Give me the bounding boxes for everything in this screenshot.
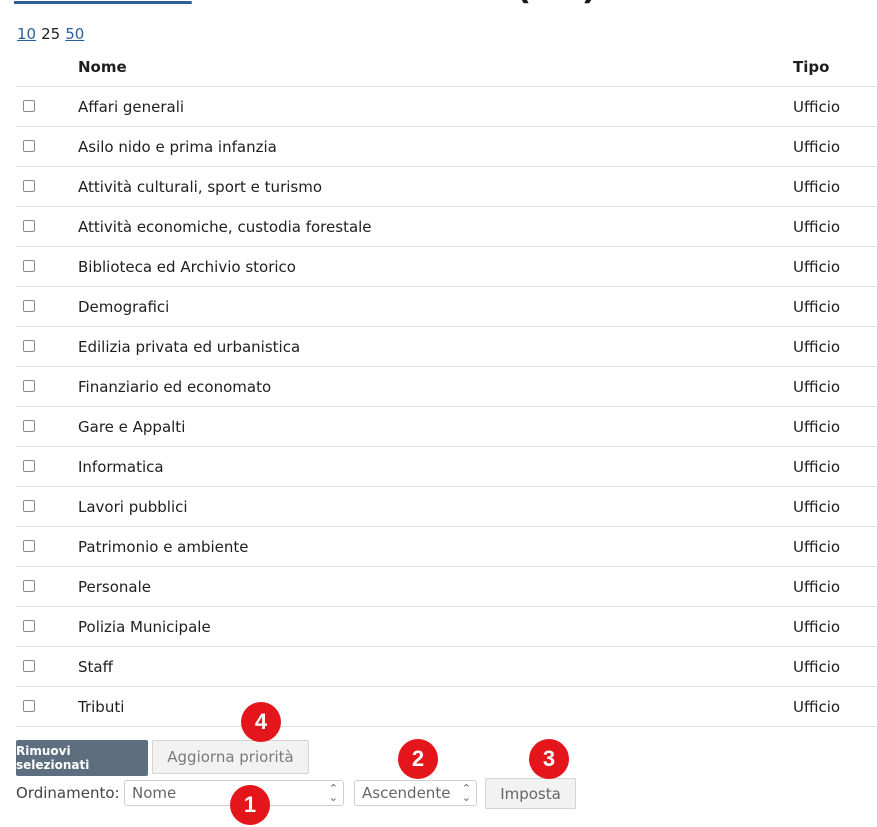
row-checkbox[interactable] (23, 700, 35, 712)
office-name: Informatica (78, 446, 793, 487)
updown-chevron-icon: ⌃ ⌄ (461, 782, 471, 804)
page-size-selector: 10 25 50 (17, 25, 84, 43)
row-checkbox[interactable] (23, 300, 35, 312)
office-name: Gare e Appalti (78, 406, 793, 447)
table-row: Asilo nido e prima infanzia Ufficio (16, 126, 877, 167)
office-name: Finanziario ed economato (78, 366, 793, 407)
table-row: Attività culturali, sport e turismo Uffic… (16, 166, 877, 207)
updown-chevron-icon: ⌃ ⌄ (328, 782, 338, 804)
table-body: Affari generali Ufficio Asilo nido e prim… (16, 86, 877, 727)
offices-table: Nome Tipo Affari generali Ufficio Asilo n… (16, 48, 877, 727)
heading-link[interactable]: Gestione (14, 0, 192, 8)
row-checkbox[interactable] (23, 660, 35, 672)
office-type: Ufficio (793, 526, 877, 567)
row-checkbox[interactable] (23, 220, 35, 232)
name-column-header[interactable]: Nome (78, 48, 793, 87)
annotation-badge-3: 3 (529, 739, 569, 779)
office-name: Edilizia privata ed urbanistica (78, 326, 793, 367)
page-size-25: 25 (41, 25, 61, 43)
office-name: Biblioteca ed Archivio storico (78, 246, 793, 287)
row-checkbox[interactable] (23, 380, 35, 392)
office-type: Ufficio (793, 126, 877, 167)
remove-selected-button[interactable]: Rimuovi selezionati (16, 740, 148, 776)
office-type: Ufficio (793, 206, 877, 247)
office-type: Ufficio (793, 646, 877, 687)
office-type: Ufficio (793, 366, 877, 407)
table-row: Tributi Ufficio (16, 686, 877, 727)
office-type: Ufficio (793, 286, 877, 327)
table-row: Lavori pubblici Ufficio (16, 486, 877, 527)
annotation-badge-4: 4 (241, 702, 281, 742)
ordering-label: Ordinamento: (16, 784, 120, 802)
heading-text: Gestione Uffici (16) (206, 0, 598, 8)
row-checkbox[interactable] (23, 620, 35, 632)
office-type: Ufficio (793, 406, 877, 447)
office-name: Lavori pubblici (78, 486, 793, 527)
office-name: Affari generali (78, 86, 793, 127)
office-type: Ufficio (793, 566, 877, 607)
office-name: Personale (78, 566, 793, 607)
page-size-10[interactable]: 10 (17, 25, 36, 43)
table-row: Finanziario ed economato Ufficio (16, 366, 877, 407)
office-type: Ufficio (793, 606, 877, 647)
row-checkbox[interactable] (23, 500, 35, 512)
table-row: Gare e Appalti Ufficio (16, 406, 877, 447)
office-type: Ufficio (793, 486, 877, 527)
order-direction-value: Ascendente (362, 784, 451, 802)
page-size-50[interactable]: 50 (65, 25, 84, 43)
page-heading: Gestione Gestione Uffici (16) (14, 0, 598, 8)
office-type: Ufficio (793, 246, 877, 287)
annotation-badge-2: 2 (398, 739, 438, 779)
office-name: Polizia Municipale (78, 606, 793, 647)
row-checkbox[interactable] (23, 100, 35, 112)
table-row: Biblioteca ed Archivio storico Ufficio (16, 246, 877, 287)
select-column-header (16, 48, 78, 87)
row-checkbox[interactable] (23, 420, 35, 432)
office-type: Ufficio (793, 86, 877, 127)
table-row: Polizia Municipale Ufficio (16, 606, 877, 647)
office-name: Staff (78, 646, 793, 687)
office-type: Ufficio (793, 326, 877, 367)
order-field-value: Nome (132, 784, 177, 802)
row-checkbox[interactable] (23, 580, 35, 592)
row-checkbox[interactable] (23, 540, 35, 552)
offices-table-wrapper: Nome Tipo Affari generali Ufficio Asilo n… (16, 48, 877, 727)
row-checkbox[interactable] (23, 140, 35, 152)
office-name: Attività economiche, custodia forestale (78, 206, 793, 247)
row-checkbox[interactable] (23, 180, 35, 192)
order-direction-select[interactable]: Ascendente ⌃ ⌄ (354, 780, 477, 806)
apply-ordering-button[interactable]: Imposta (485, 778, 576, 809)
office-type: Ufficio (793, 166, 877, 207)
table-row: Staff Ufficio (16, 646, 877, 687)
table-header-row: Nome Tipo (16, 48, 877, 87)
office-type: Ufficio (793, 686, 877, 727)
table-row: Demografici Ufficio (16, 286, 877, 327)
update-priority-button[interactable]: Aggiorna priorità (152, 740, 309, 774)
row-checkbox[interactable] (23, 340, 35, 352)
office-name: Tributi (78, 686, 793, 727)
row-checkbox[interactable] (23, 260, 35, 272)
table-row: Affari generali Ufficio (16, 86, 877, 127)
office-name: Patrimonio e ambiente (78, 526, 793, 567)
office-name: Asilo nido e prima infanzia (78, 126, 793, 167)
table-row: Edilizia privata ed urbanistica Ufficio (16, 326, 877, 367)
office-name: Attività culturali, sport e turismo (78, 166, 793, 207)
row-checkbox[interactable] (23, 460, 35, 472)
type-column-header[interactable]: Tipo (793, 48, 877, 87)
office-name: Demografici (78, 286, 793, 327)
table-row: Informatica Ufficio (16, 446, 877, 487)
table-row: Personale Ufficio (16, 566, 877, 607)
annotation-badge-1: 1 (230, 785, 270, 825)
office-type: Ufficio (793, 446, 877, 487)
table-row: Patrimonio e ambiente Ufficio (16, 526, 877, 567)
table-row: Attività economiche, custodia forestale U… (16, 206, 877, 247)
